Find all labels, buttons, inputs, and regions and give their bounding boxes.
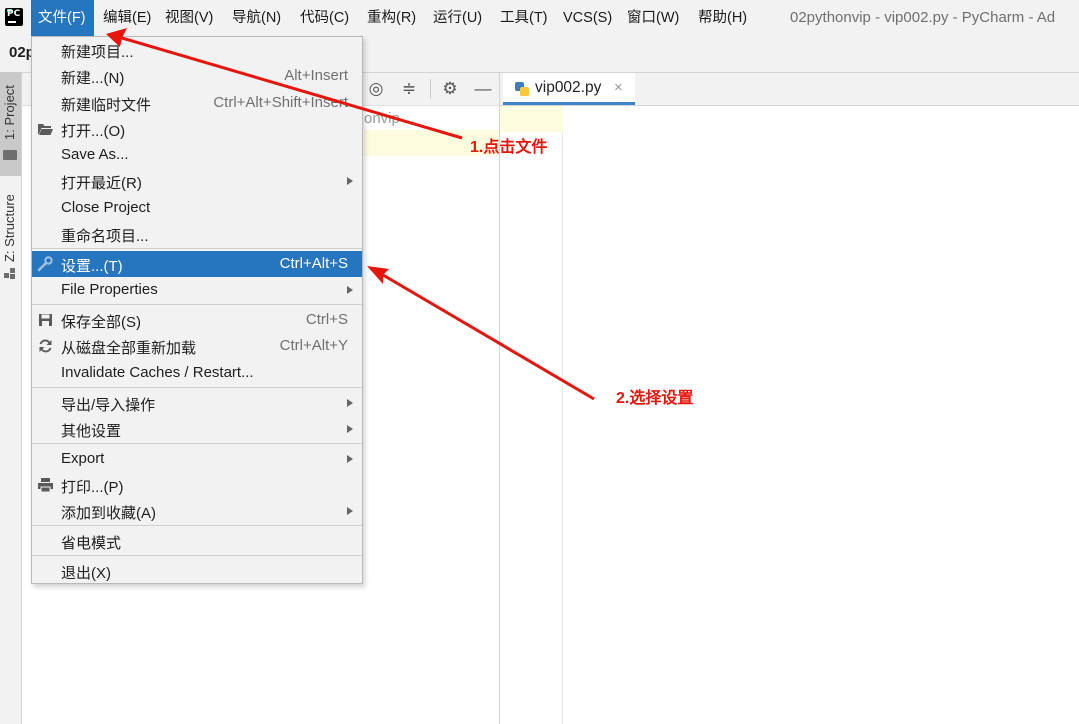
annotation-arrow-1 [121, 36, 463, 140]
annotation-arrows [106, 28, 595, 401]
annotation-step-2: 2.选择设置 [616, 390, 694, 407]
annotation-step-1: 1.点击文件 [470, 139, 548, 156]
annotation-arrow-2 [382, 273, 595, 401]
